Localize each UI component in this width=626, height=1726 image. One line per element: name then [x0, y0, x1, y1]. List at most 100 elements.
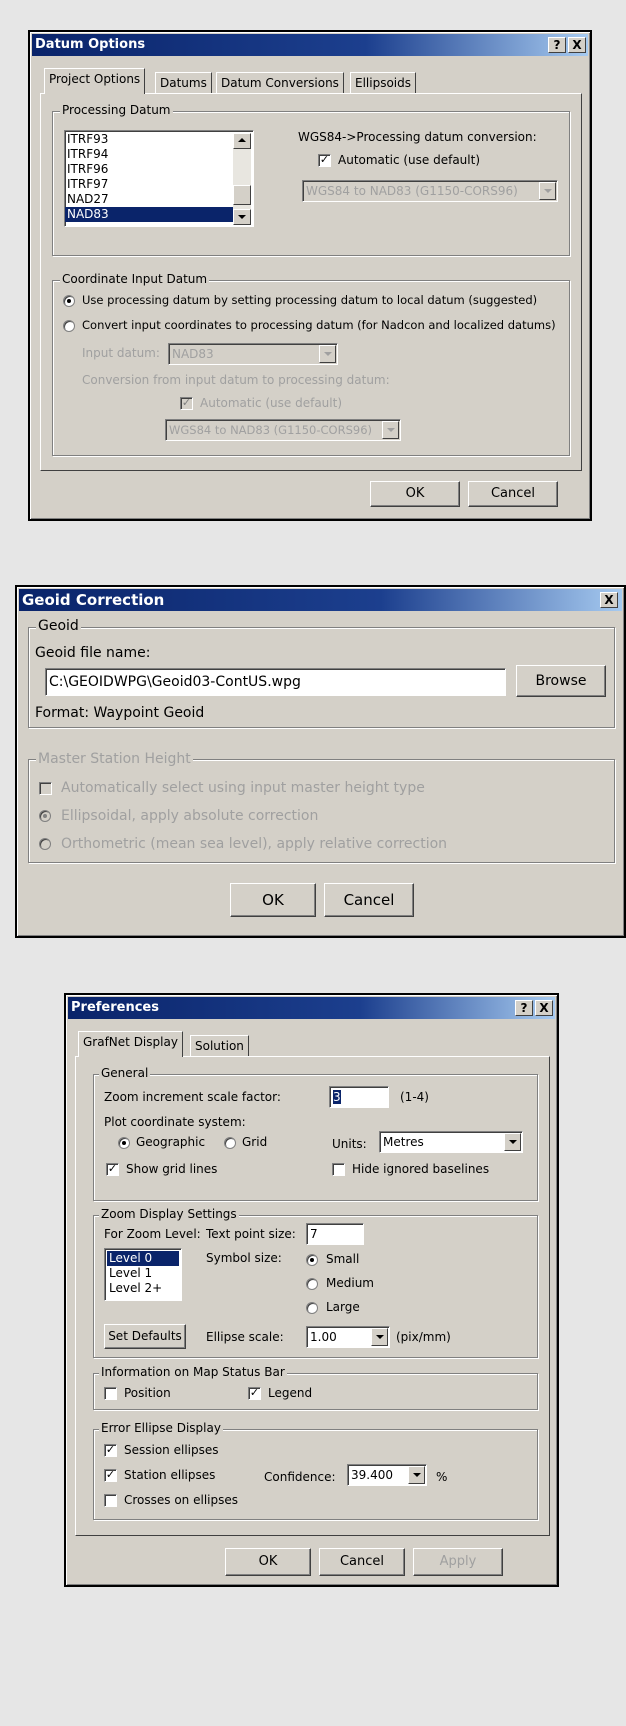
cancel-button[interactable]: Cancel — [319, 1548, 405, 1576]
ok-button[interactable]: OK — [370, 481, 460, 507]
large-radio[interactable] — [306, 1302, 318, 1314]
list-item[interactable]: NAD83 — [65, 207, 233, 222]
crosses-checkbox[interactable] — [104, 1494, 117, 1507]
use-processing-label: Use processing datum by setting processi… — [82, 293, 538, 307]
geoid-file-value: C:\GEOIDWPG\Geoid03-ContUS.wpg — [49, 674, 301, 690]
geoid-correction-dialog: Geoid Correction X Geoid Geoid file name… — [15, 585, 626, 938]
ellipsoidal-radio[interactable] — [39, 810, 51, 822]
tab-solution[interactable]: Solution — [190, 1035, 249, 1057]
tab-ellipsoids[interactable]: Ellipsoids — [350, 72, 416, 94]
orthometric-label: Orthometric (mean sea level), apply rela… — [61, 836, 448, 852]
tab-grafnet-display[interactable]: GrafNet Display — [78, 1031, 183, 1057]
datum-options-dialog: Datum Options ? X Project Options Datums… — [28, 30, 592, 521]
units-value: Metres — [383, 1135, 424, 1149]
conversion-select[interactable]: WGS84 to NAD83 (G1150-CORS96) — [302, 180, 558, 202]
help-button[interactable]: ? — [548, 37, 566, 53]
master-station-label: Master Station Height — [36, 751, 193, 767]
tab-project-options[interactable]: Project Options — [44, 68, 146, 94]
pref-title: Preferences — [71, 1000, 159, 1015]
browse-button[interactable]: Browse — [516, 665, 606, 697]
list-item[interactable]: ITRF97 — [65, 177, 233, 192]
confidence-select[interactable]: 39.400 — [347, 1464, 427, 1486]
session-ellipses-checkbox[interactable]: ✓ — [104, 1444, 117, 1457]
convert-input-label: Convert input coordinates to processing … — [82, 318, 556, 332]
list-item[interactable]: Level 0 — [107, 1251, 179, 1266]
station-ellipses-checkbox[interactable]: ✓ — [104, 1469, 117, 1482]
conversion-label: WGS84->Processing datum conversion: — [298, 130, 537, 144]
close-button[interactable]: X — [535, 1000, 553, 1016]
ellipse-scale-select[interactable]: 1.00 — [306, 1326, 390, 1348]
close-button[interactable]: X — [600, 592, 618, 608]
geographic-radio[interactable] — [118, 1137, 130, 1149]
orthometric-radio[interactable] — [39, 838, 51, 850]
conversion-in-proc-label: Conversion from input datum to processin… — [82, 373, 390, 387]
datum-title: Datum Options — [35, 37, 146, 52]
small-label: Small — [326, 1252, 360, 1266]
convert-input-radio[interactable] — [63, 320, 75, 332]
cancel-button[interactable]: Cancel — [468, 481, 558, 507]
small-radio[interactable] — [306, 1254, 318, 1266]
cancel-button[interactable]: Cancel — [324, 883, 414, 917]
auto-select-checkbox[interactable] — [39, 782, 52, 795]
zoom-level-list[interactable]: Level 0 Level 1 Level 2+ — [104, 1248, 182, 1301]
automatic-label: Automatic (use default) — [338, 153, 480, 167]
scroll-down-icon[interactable] — [233, 209, 251, 225]
medium-radio[interactable] — [306, 1278, 318, 1290]
preferences-dialog: Preferences ? X GrafNet Display Solution… — [64, 993, 559, 1587]
tab-datums[interactable]: Datums — [155, 72, 212, 94]
input-datum-select[interactable]: NAD83 — [168, 343, 338, 365]
grid-radio[interactable] — [224, 1137, 236, 1149]
apply-button[interactable]: Apply — [413, 1548, 503, 1576]
chevron-down-icon[interactable] — [504, 1133, 521, 1151]
crosses-label: Crosses on ellipses — [124, 1493, 238, 1507]
plot-coord-label: Plot coordinate system: — [104, 1115, 246, 1129]
ok-button[interactable]: OK — [225, 1548, 311, 1576]
text-point-value: 7 — [310, 1227, 318, 1241]
processing-datum-label: Processing Datum — [60, 103, 173, 117]
zoom-factor-input[interactable]: 3 — [329, 1086, 389, 1108]
list-item[interactable]: NAD27 — [65, 192, 233, 207]
info-status-label: Information on Map Status Bar — [99, 1365, 287, 1379]
chevron-down-icon[interactable] — [319, 345, 336, 363]
hide-ignored-checkbox[interactable] — [332, 1163, 345, 1176]
list-item[interactable]: Level 2+ — [107, 1281, 179, 1296]
scroll-up-icon[interactable] — [233, 133, 251, 149]
list-item[interactable]: ITRF93 — [65, 132, 233, 147]
chevron-down-icon[interactable] — [539, 182, 556, 200]
help-button[interactable]: ? — [515, 1000, 533, 1016]
session-ellipses-label: Session ellipses — [124, 1443, 219, 1457]
datum-listbox[interactable]: ITRF93 ITRF94 ITRF96 ITRF97 NAD27 NAD83 — [64, 130, 254, 227]
datum-scrollbar[interactable] — [233, 133, 251, 225]
legend-checkbox[interactable]: ✓ — [248, 1387, 261, 1400]
tab-datum-conversions[interactable]: Datum Conversions — [216, 72, 344, 94]
chevron-down-icon[interactable] — [382, 421, 399, 439]
pref-titlebar: Preferences ? X — [68, 997, 555, 1019]
list-item[interactable]: ITRF94 — [65, 147, 233, 162]
text-point-input[interactable]: 7 — [306, 1223, 364, 1245]
geoid-file-input[interactable]: C:\GEOIDWPG\Geoid03-ContUS.wpg — [45, 668, 506, 696]
list-item[interactable]: ITRF96 — [65, 162, 233, 177]
zoom-factor-label: Zoom increment scale factor: — [104, 1090, 281, 1104]
input-datum-label: Input datum: — [82, 346, 160, 360]
position-checkbox[interactable] — [104, 1387, 117, 1400]
ellipse-scale-value: 1.00 — [310, 1330, 337, 1344]
for-zoom-label: For Zoom Level: — [104, 1227, 201, 1241]
close-button[interactable]: X — [568, 37, 586, 53]
scroll-thumb[interactable] — [233, 185, 251, 205]
geoid-title: Geoid Correction — [22, 591, 165, 609]
percent-label: % — [436, 1470, 448, 1484]
ok-button[interactable]: OK — [230, 883, 316, 917]
set-defaults-button[interactable]: Set Defaults — [104, 1324, 186, 1349]
units-select[interactable]: Metres — [379, 1131, 523, 1153]
geoid-format: Format: Waypoint Geoid — [35, 705, 205, 721]
list-item[interactable]: Level 1 — [107, 1266, 179, 1281]
show-grid-checkbox[interactable]: ✓ — [106, 1163, 119, 1176]
use-processing-radio[interactable] — [63, 295, 75, 307]
automatic-checkbox-2[interactable]: ✓ — [180, 397, 193, 410]
chevron-down-icon[interactable] — [371, 1328, 388, 1346]
zoom-range: (1-4) — [400, 1090, 429, 1104]
error-ellipse-label: Error Ellipse Display — [99, 1421, 223, 1435]
conversion-select-2[interactable]: WGS84 to NAD83 (G1150-CORS96) — [165, 419, 401, 441]
chevron-down-icon[interactable] — [408, 1466, 425, 1484]
automatic-checkbox[interactable]: ✓ — [318, 154, 331, 167]
